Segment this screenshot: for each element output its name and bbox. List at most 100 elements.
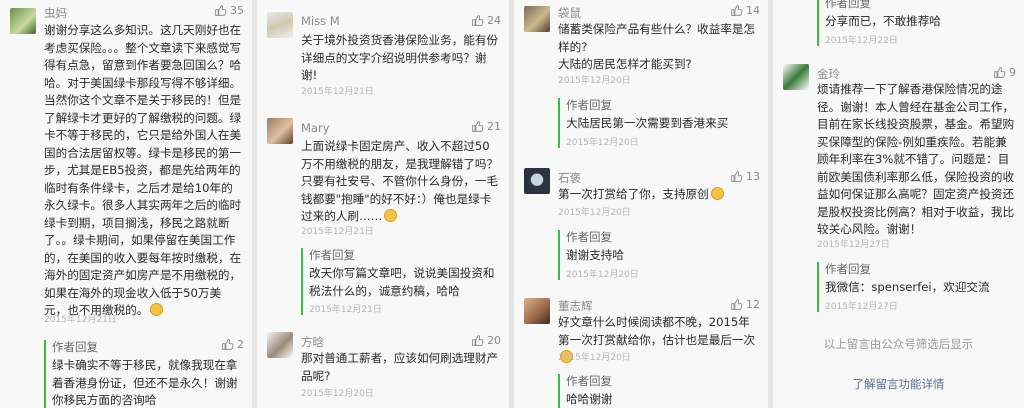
author-reply: 作者回复 改天你写篇文章吧，说说美国投资和税法什么的，诚意约稿，哈哈 2015年… <box>301 248 499 315</box>
avatar[interactable] <box>267 118 293 144</box>
reply-text: 大陆居民第一次需要到香港来买 <box>566 116 729 130</box>
author-reply: 作者回复 大陆居民第一次需要到香港来买 2015年12月20日 <box>558 98 758 148</box>
avatar[interactable] <box>524 168 550 194</box>
comment-item: 2 作者回复 绿卡确实不等于移民，就像我现在拿着香港身份证，但还不是永久！谢谢你… <box>0 332 252 408</box>
comment-date: 2015年12月27日 <box>817 240 890 250</box>
like-button[interactable]: 13 <box>730 170 760 183</box>
comment-date: 2015年12月20日 <box>558 208 631 218</box>
like-count: 14 <box>746 4 760 17</box>
comment-text: 上面说绿卡固定房产、收入不超过50万不用缴税的朋友，是我理解错了吗？只要有社安号… <box>301 139 499 223</box>
commenter-name[interactable]: 金玲 <box>817 66 840 82</box>
reply-text: 分享而已，不敢推荐哈 <box>825 14 941 28</box>
reply-date: 2015年12月20日 <box>566 137 639 148</box>
commenter-name[interactable]: 石褒 <box>558 170 581 186</box>
comment-item: 金玲 9 烦请推荐一下了解香港保险情况的途径。谢谢！本人曾经在基金公司工作，目前… <box>773 58 1024 312</box>
reply-header: 作者回复 <box>309 248 355 262</box>
comment-item: Miss M 24 关于境外投资货香港保险业务，能有份详细点的文字介绍说明供参考… <box>257 0 509 108</box>
like-count: 12 <box>746 298 760 311</box>
comment-item: 方晗 20 那对普通工薪者，应该如何刷选理财产品呢? 2015年12月20日 <box>257 324 509 408</box>
smiley-emoji-icon <box>710 187 724 200</box>
thumbs-up-icon <box>731 299 743 310</box>
avatar[interactable] <box>10 8 36 34</box>
like-count: 9 <box>1009 66 1016 79</box>
reply-text: 改天你写篇文章吧，说说美国投资和税法什么的，诚意约稿，哈哈 <box>309 266 495 298</box>
reply-text: 谢谢支持哈 <box>566 248 624 262</box>
commenter-name[interactable]: Miss M <box>301 14 340 28</box>
commenter-name[interactable]: 方晗 <box>301 334 324 350</box>
comment-text: 烦请推荐一下了解香港保险情况的途径。谢谢！本人曾经在基金公司工作，目前在家长线投… <box>817 82 1015 236</box>
comment-column-3: 袋鼠 14 储蓄类保险产品有些什么？收益率是怎样的? 大陆的居民怎样才能买到? … <box>514 0 768 408</box>
comment-text: 关于境外投资货香港保险业务，能有份详细点的文字介绍说明供参考吗？谢谢! <box>301 33 499 82</box>
reply-date: 2015年12月22日 <box>825 35 898 46</box>
author-reply: 作者回复 绿卡确实不等于移民，就像我现在拿着香港身份证，但还不是永久！谢谢你移民… <box>44 340 242 408</box>
commenter-name[interactable]: 虫妈 <box>44 5 67 21</box>
author-reply: 作者回复 我微信：spenserfei，欢迎交流 2015年12月27日 <box>817 262 1014 312</box>
comment-column-1: 虫妈 35 谢谢分享这么多知识。这几天刚好也在考虑买保险。。。整个文章读下来感觉… <box>0 0 252 408</box>
comment-date: 2015年12月21日 <box>301 227 374 237</box>
filter-note: 以上留言由公众号筛选后显示 <box>823 337 974 351</box>
reply-text: 哈哈谢谢 <box>566 392 613 406</box>
comment-text: 好文章什么时候阅读都不晚，2015年第一次打赏献给你，估计也是最后一次 <box>558 315 756 347</box>
thumbs-up-icon <box>472 15 484 26</box>
commenter-name[interactable]: 袋鼠 <box>558 5 581 21</box>
reply-date: 2015年12月20日 <box>566 269 639 280</box>
comment-date: 2015年12月21日 <box>44 315 117 325</box>
comment-text: 那对普通工薪者，应该如何刷选理财产品呢? <box>301 351 499 383</box>
like-button[interactable]: 14 <box>730 4 760 17</box>
like-count: 13 <box>746 170 760 183</box>
comment-text: 谢谢分享这么多知识。这几天刚好也在考虑买保险。。。整个文章读下来感觉写得有点急，… <box>44 23 242 317</box>
like-button[interactable]: 21 <box>471 120 501 133</box>
reply-header: 作者回复 <box>566 98 612 112</box>
comment-date: 2015年12月21日 <box>301 87 374 97</box>
comment-item: 袋鼠 14 储蓄类保险产品有些什么？收益率是怎样的? 大陆的居民怎样才能买到? … <box>514 0 768 158</box>
reply-text: 绿卡确实不等于移民，就像我现在拿着香港身份证，但还不是永久！谢谢你移民方面的咨询… <box>52 358 238 407</box>
like-count: 20 <box>487 334 501 347</box>
comment-date: 2015年12月20日 <box>558 76 631 86</box>
thumbs-up-icon <box>215 5 227 16</box>
like-count: 35 <box>230 4 244 17</box>
comment-column-4: 作者回复 分享而已，不敢推荐哈 2015年12月22日 金玲 9 烦请推荐一下了… <box>773 0 1024 408</box>
like-button[interactable]: 35 <box>214 4 244 17</box>
comment-item: 石褒 13 第一次打赏给了你，支持原创 2015年12月20日 作者回复 谢谢支… <box>514 160 768 290</box>
comment-item: 董志辉 12 好文章什么时候阅读都不晚，2015年第一次打赏献给你，估计也是最后… <box>514 292 768 408</box>
thumbs-up-icon <box>731 5 743 16</box>
thumbs-up-icon <box>472 121 484 132</box>
learn-more-link[interactable]: 了解留言功能详情 <box>773 376 1024 392</box>
comment-item: 作者回复 分享而已，不敢推荐哈 2015年12月22日 <box>773 0 1024 52</box>
reply-header: 作者回复 <box>566 230 612 244</box>
like-button[interactable]: 20 <box>471 334 501 347</box>
like-button[interactable]: 24 <box>471 14 501 27</box>
like-button[interactable]: 12 <box>730 298 760 311</box>
author-reply: 作者回复 哈哈谢谢 <box>558 374 758 408</box>
comment-column-2: Miss M 24 关于境外投资货香港保险业务，能有份详细点的文字介绍说明供参考… <box>257 0 509 408</box>
reply-text: 我微信：spenserfei，欢迎交流 <box>825 280 990 294</box>
reply-header: 作者回复 <box>825 0 871 10</box>
author-reply: 作者回复 分享而已，不敢推荐哈 2015年12月22日 <box>817 0 1014 46</box>
reply-header: 作者回复 <box>566 374 612 388</box>
comment-text: 第一次打赏给了你，支持原创 <box>558 187 709 201</box>
commenter-name[interactable]: 董志辉 <box>558 298 593 314</box>
smiley-emoji-icon <box>384 209 398 222</box>
commenter-name[interactable]: Mary <box>301 121 330 135</box>
reply-header: 作者回复 <box>825 262 871 276</box>
thumbs-up-icon <box>731 171 743 182</box>
avatar[interactable] <box>267 332 293 358</box>
comment-date: 2015年12月20日 <box>558 353 631 363</box>
comment-text: 储蓄类保险产品有些什么？收益率是怎样的? 大陆的居民怎样才能买到? <box>558 22 756 71</box>
author-reply: 作者回复 谢谢支持哈 2015年12月20日 <box>558 230 758 280</box>
avatar[interactable] <box>267 12 293 38</box>
avatar[interactable] <box>524 6 550 32</box>
reply-date: 2015年12月21日 <box>309 305 382 315</box>
reply-date: 2015年12月27日 <box>825 301 898 312</box>
avatar[interactable] <box>783 64 809 90</box>
avatar[interactable] <box>524 298 550 324</box>
comment-date: 2015年12月20日 <box>301 389 374 399</box>
like-button[interactable]: 9 <box>993 66 1016 79</box>
like-count: 24 <box>487 14 501 27</box>
thumbs-up-icon <box>472 335 484 346</box>
comment-item: 虫妈 35 谢谢分享这么多知识。这几天刚好也在考虑买保险。。。整个文章读下来感觉… <box>0 0 252 330</box>
comment-item: Mary 21 上面说绿卡固定房产、收入不超过50万不用缴税的朋友，是我理解错了… <box>257 110 509 322</box>
like-count: 21 <box>487 120 501 133</box>
reply-header: 作者回复 <box>52 340 98 354</box>
thumbs-up-icon <box>994 67 1006 78</box>
